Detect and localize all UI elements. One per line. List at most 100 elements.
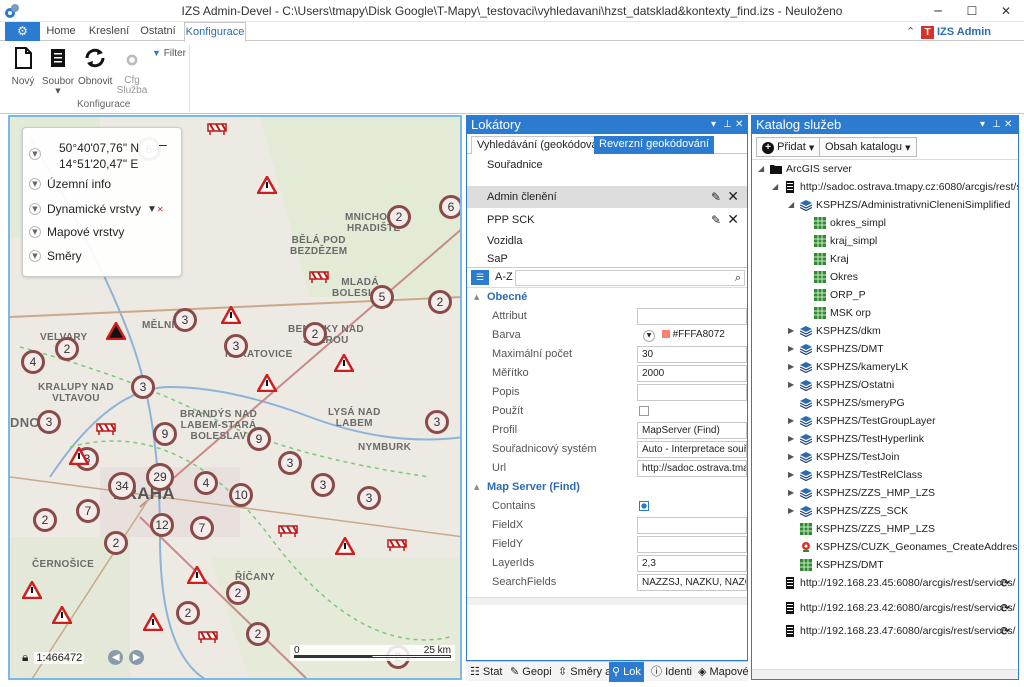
tree-node[interactable]: ▶ KSPHZS/ZZS_SCK (752, 502, 1018, 520)
expand-toggle-icon[interactable]: ▶ (788, 340, 794, 358)
roadworks-icon[interactable] (198, 631, 218, 643)
chevron-down-icon[interactable]: ▼ (29, 148, 41, 160)
tree-node[interactable]: ▶ KSPHZS/TestHyperlink (752, 430, 1018, 448)
map-view[interactable]: MNICHOVO HRADIŠTĚ BĚLÁ POD BEZDĚZEM MLAD… (8, 115, 462, 680)
tab-map-layers[interactable]: ◈ Mapové (698, 662, 749, 682)
map-cluster-marker[interactable]: 2 (104, 531, 128, 555)
map-cluster-marker[interactable]: 2 (428, 290, 452, 314)
property-category[interactable]: ▲ Map Server (Find) (467, 478, 747, 497)
property-value[interactable]: 2000 (637, 365, 747, 382)
map-cluster-marker[interactable]: 4 (21, 350, 45, 374)
tab-locators[interactable]: ⚲ Lok (609, 662, 644, 682)
tree-node[interactable]: KSPHZS/smeryPG (752, 394, 1018, 412)
menu-territorial-info[interactable]: ▼ Územní info (29, 177, 111, 191)
filter-button[interactable]: ▼ Filter (152, 48, 186, 59)
tab-ostatni[interactable]: Ostatní (137, 22, 179, 41)
property-value[interactable]: 30 (637, 346, 747, 363)
collapse-ribbon-icon[interactable]: ⌃ (906, 25, 915, 38)
expand-toggle-icon[interactable]: ◢ (758, 160, 764, 178)
menu-map-layers[interactable]: ▼ Mapové vrstvy (29, 225, 124, 239)
tree-node[interactable]: okres_simpl (752, 214, 1018, 232)
horizontal-scrollbar[interactable] (467, 597, 747, 605)
tree-node[interactable]: ▶ KSPHZS/TestGroupLayer (752, 412, 1018, 430)
map-cluster-marker[interactable]: 3 (357, 486, 381, 510)
roadworks-icon[interactable] (96, 423, 116, 435)
tab-kresleni[interactable]: Kreslení (86, 22, 132, 41)
expand-toggle-icon[interactable]: ◢ (772, 178, 778, 196)
horizontal-scrollbar[interactable] (752, 669, 1018, 679)
property-value[interactable]: http://sadoc.ostrava.tmapy (637, 460, 747, 477)
cfg-service-button[interactable]: Cfg Služba (116, 50, 148, 96)
tree-node[interactable]: ▶ KSPHZS/TestJoin (752, 448, 1018, 466)
map-cluster-marker[interactable]: 2 (387, 205, 411, 229)
expand-toggle-icon[interactable]: ▶ (788, 358, 794, 376)
map-cluster-marker[interactable]: 6 (439, 195, 460, 219)
clear-filter-icon[interactable]: ▼✕ (147, 204, 164, 215)
tree-node[interactable]: Kraj (752, 250, 1018, 268)
categorized-view-icon[interactable]: ☰ (471, 270, 489, 285)
warning-sign-icon[interactable] (106, 322, 126, 340)
edit-icon[interactable]: ✎ (711, 186, 721, 208)
close-pane-icon[interactable]: ✕ (735, 116, 743, 134)
forward-arrow-icon[interactable]: ▶ (129, 650, 145, 665)
tree-node[interactable]: ORP_P (752, 286, 1018, 304)
map-cluster-marker[interactable]: 9 (153, 422, 177, 446)
menu-directions[interactable]: ▼ Směry (29, 249, 82, 263)
warning-sign-icon[interactable] (187, 566, 207, 584)
delete-icon[interactable]: ✕ (727, 209, 739, 231)
property-search-input[interactable]: ⌕ (515, 270, 745, 286)
warning-sign-icon[interactable] (335, 537, 355, 555)
tab-directions[interactable]: ⇳ Směry a (558, 662, 611, 682)
catalog-content-dropdown[interactable]: Obsah katalogu ▼ (819, 137, 917, 157)
warning-sign-icon[interactable] (52, 606, 72, 624)
menu-dynamic-layers[interactable]: ▼ Dynamické vrstvy ▼✕ (29, 202, 164, 216)
expand-toggle-icon[interactable]: ▶ (788, 412, 794, 430)
close-pane-icon[interactable]: ✕ (1004, 116, 1012, 134)
tree-node[interactable]: KSPHZS/CUZK_Geonames_CreateAddressL (752, 538, 1018, 556)
map-cluster-marker[interactable]: 2 (33, 508, 57, 532)
scale-readout[interactable]: 1:466472 (34, 651, 85, 664)
roadworks-icon[interactable] (207, 123, 227, 135)
map-cluster-marker[interactable]: 2 (176, 601, 200, 625)
property-value[interactable]: 2,3 (637, 555, 747, 572)
lock-icon[interactable]: 🔒︎ (22, 650, 28, 665)
refresh-icon[interactable]: ⟳ (1000, 622, 1010, 640)
tree-node[interactable]: Okres (752, 268, 1018, 286)
refresh-icon[interactable]: ⟳ (1000, 574, 1010, 592)
tab-konfigurace[interactable]: Konfigurace (184, 22, 246, 42)
tree-node[interactable]: ▶ KSPHZS/kameryLK (752, 358, 1018, 376)
list-item[interactable]: PPP SCK ✎ ✕ (467, 209, 747, 231)
map-cluster-marker[interactable]: 2 (55, 337, 79, 361)
expand-toggle-icon[interactable]: ▶ (788, 322, 794, 340)
tree-node[interactable]: ◢ KSPHZS/AdministrativniCleneniSimplified (752, 196, 1018, 214)
tab-home[interactable]: Home (43, 22, 79, 41)
property-value[interactable] (637, 536, 747, 553)
tree-node[interactable]: ▶ KSPHZS/ZZS_HMP_LZS (752, 484, 1018, 502)
list-item[interactable]: Admin členění ✎ ✕ (467, 186, 747, 208)
property-value[interactable] (637, 308, 747, 325)
edit-icon[interactable]: ✎ (711, 209, 721, 231)
map-cluster-marker[interactable]: 9 (247, 427, 271, 451)
roadworks-icon[interactable] (387, 539, 407, 551)
map-cluster-marker[interactable]: 10 (229, 483, 253, 507)
warning-sign-icon[interactable] (22, 581, 42, 599)
tree-node[interactable]: kraj_simpl (752, 232, 1018, 250)
minimize-panel-icon[interactable]: – (159, 136, 167, 152)
property-category[interactable]: ▲ Obecné (467, 288, 747, 307)
tree-node[interactable]: ▶ KSPHZS/TestRelClass (752, 466, 1018, 484)
tree-node[interactable]: http://192.168.23.42:6080/arcgis/rest/se… (752, 599, 1018, 617)
map-cluster-marker[interactable]: 2 (226, 581, 250, 605)
sort-az-button[interactable]: A-Z (495, 271, 513, 283)
expand-toggle-icon[interactable]: ▶ (788, 484, 794, 502)
property-value[interactable]: MapServer (Find) (637, 422, 747, 439)
expand-toggle-icon[interactable]: ▶ (788, 448, 794, 466)
tree-node[interactable]: http://192.168.23.47:6080/arcgis/rest/se… (752, 622, 1018, 640)
warning-sign-icon[interactable] (221, 306, 241, 324)
tree-node[interactable]: MSK orp (752, 304, 1018, 322)
property-value[interactable] (637, 384, 747, 401)
pane-menu-icon[interactable]: ▾ (711, 116, 716, 134)
pane-menu-icon[interactable]: ▾ (980, 116, 985, 134)
map-cluster-marker[interactable]: 4 (194, 471, 218, 495)
tree-node[interactable]: KSPHZS/DMT (752, 556, 1018, 574)
pin-icon[interactable]: ⊥ (992, 116, 1001, 134)
